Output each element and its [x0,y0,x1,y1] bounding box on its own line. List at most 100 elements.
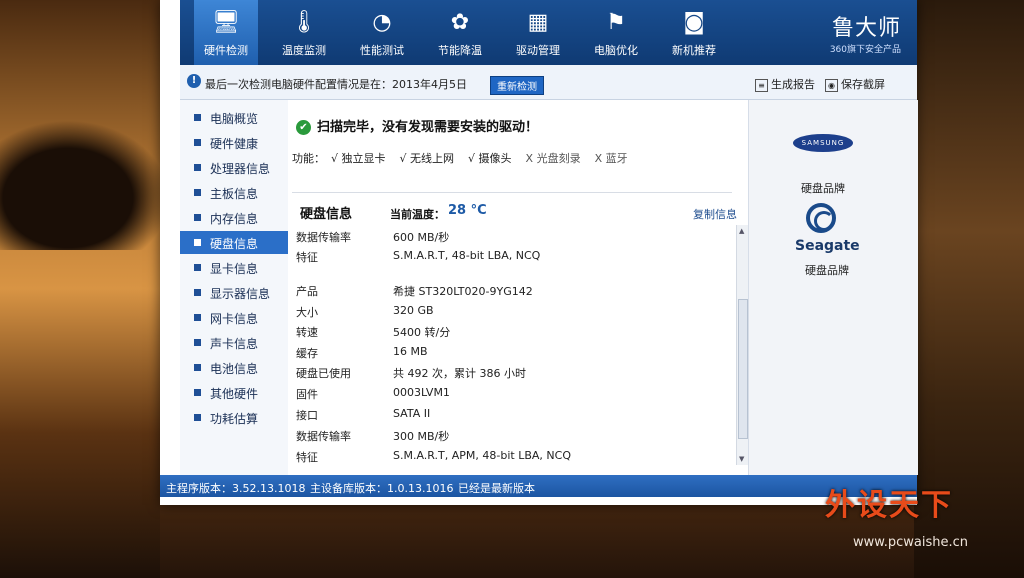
sidebar-item[interactable]: 其他硬件 [180,381,288,404]
row-key: 产品 [296,285,318,298]
seagate-logo-icon [806,203,836,233]
sidebar-item-label: 显卡信息 [210,262,259,276]
generate-report-button[interactable]: ≡ 生成报告 [755,76,815,92]
table-row: 转速 5400 转/分 [288,321,728,341]
brand-label-samsung: 硬盘品牌 [801,182,845,195]
save-screenshot-label: 保存截屏 [841,78,885,91]
sidebar-item[interactable]: 硬盘信息 [180,231,288,254]
table-row: 固件 0003LVM1 [288,383,728,403]
main-version: 主程序版本：3.52.13.1018 [166,482,306,495]
row-value: SATA II [393,407,431,420]
features-row: 功能： √ 独立显卡 √ 无线上网 √ 摄像头 X 光盘刻录 X 蓝牙 [292,150,656,166]
table-row: 特征 S.M.A.R.T, 48-bit LBA, NCQ [288,246,728,266]
toolbar-tab-2[interactable]: ◔ 性能测试 [350,0,414,65]
scroll-up-icon[interactable]: ▲ [739,227,744,235]
bullet-icon [194,214,201,221]
feature-item: X 蓝牙 [594,152,628,165]
sidebar-item-label: 电脑概览 [210,112,259,126]
bullet-icon [194,314,201,321]
divider [292,192,732,193]
bullet-icon [194,414,201,421]
sidebar-item[interactable]: 网卡信息 [180,306,288,329]
temperature-label: 当前温度： [390,208,445,221]
feature-item: √ 独立显卡 [331,152,386,165]
temperature-value: 28 °C [448,203,487,218]
scroll-down-icon[interactable]: ▼ [739,455,744,463]
new-pc-icon: ◙ [683,10,705,35]
sidebar-item[interactable]: 硬件健康 [180,131,288,154]
toolbar-tab-label: 电脑优化 [594,44,638,57]
sidebar-item-label: 硬件健康 [210,137,259,151]
row-value: S.M.A.R.T, APM, 48-bit LBA, NCQ [393,449,571,462]
sidebar-item[interactable]: 功耗估算 [180,406,288,429]
gauge-icon: ◔ [372,10,392,35]
row-key: 大小 [296,306,318,319]
row-value: 5400 转/分 [393,326,451,339]
save-screenshot-button[interactable]: ◉ 保存截屏 [825,76,885,92]
table-row: 数据传输率 300 MB/秒 [288,425,728,445]
report-icon: ≡ [755,78,768,92]
generate-report-label: 生成报告 [771,78,815,91]
seagate-logo-text: Seagate [795,238,860,254]
sidebar-item[interactable]: 显示器信息 [180,281,288,304]
copy-info-link[interactable]: 复制信息 [693,206,737,222]
background-trees [0,120,170,250]
bullet-icon [194,364,201,371]
samsung-logo: SAMSUNG [793,134,853,152]
sidebar-item[interactable]: 电池信息 [180,356,288,379]
row-key: 转速 [296,326,318,339]
sidebar-item-label: 功耗估算 [210,412,259,426]
info-bar: ! 最后一次检测电脑硬件配置情况是在：2013年4月5日 重新检测 ≡ 生成报告 … [180,65,917,100]
db-version: 主设备库版本：1.0.13.1016 [310,482,454,495]
row-value: 希捷 ST320LT020-9YG142 [393,285,533,298]
row-value: 共 492 次，累计 386 小时 [393,367,526,380]
row-value: S.M.A.R.T, 48-bit LBA, NCQ [393,249,541,262]
check-icon: ✔ [296,120,311,135]
toolbar-tab-6[interactable]: ◙ 新机推荐 [662,0,726,65]
sidebar-item[interactable]: 主板信息 [180,181,288,204]
toolbar-tab-5[interactable]: ⚑ 电脑优化 [584,0,648,65]
toolbar-tab-0[interactable]: 🖥 硬件检测 [194,0,258,65]
bullet-icon [194,239,201,246]
sidebar-item-label: 电池信息 [210,362,259,376]
sidebar-item-label: 硬盘信息 [210,237,259,251]
feature-item: √ 无线上网 [399,152,455,165]
table-row: 大小 320 GB [288,301,728,321]
sidebar-item[interactable]: 内存信息 [180,206,288,229]
brand-panel: SAMSUNG 硬盘品牌 Seagate 硬盘品牌 [748,100,918,475]
toolbar-tab-label: 新机推荐 [672,44,716,57]
toolbar-tab-label: 硬件检测 [204,44,248,57]
leaf-icon: ✿ [450,10,470,35]
table-row: 缓存 16 MB [288,342,728,362]
sidebar-item-label: 显示器信息 [210,287,271,301]
toolbar-tab-3[interactable]: ✿ 节能降温 [428,0,492,65]
rescan-button[interactable]: 重新检测 [490,76,544,95]
scan-result: ✔ 扫描完毕，没有发现需要安装的驱动！ [296,116,538,135]
toolbar-tab-label: 节能降温 [438,44,482,57]
row-key: 硬盘已使用 [296,367,351,380]
sidebar-item-label: 内存信息 [210,212,259,226]
monitor-icon: 🖥 [212,10,240,35]
toolbar-tab-1[interactable]: 🌡 温度监测 [272,0,336,65]
bullet-icon [194,264,201,271]
sidebar-item[interactable]: 处理器信息 [180,156,288,179]
status-bar: 主程序版本：3.52.13.1018 主设备库版本：1.0.13.1016 已经… [160,475,917,497]
toolbar-tab-label: 温度监测 [282,44,326,57]
sidebar-item[interactable]: 声卡信息 [180,331,288,354]
bullet-icon [194,289,201,296]
sidebar: 电脑概览硬件健康处理器信息主板信息内存信息硬盘信息显卡信息显示器信息网卡信息 声卡… [180,100,289,475]
brand-label-seagate: 硬盘品牌 [805,264,849,277]
row-key: 缓存 [296,347,318,360]
row-value: 16 MB [393,345,428,358]
scrollbar-thumb[interactable] [738,299,748,439]
sidebar-item-label: 处理器信息 [210,162,271,176]
thermometer-icon: 🌡 [290,10,318,35]
row-value: 600 MB/秒 [393,231,450,244]
bullet-icon [194,164,201,171]
features-label: 功能： [292,152,325,165]
chip-icon: ▦ [527,10,549,35]
toolbar-tab-4[interactable]: ▦ 驱动管理 [506,0,570,65]
sidebar-item[interactable]: 显卡信息 [180,256,288,279]
toolbar-tab-label: 驱动管理 [516,44,560,57]
sidebar-item[interactable]: 电脑概览 [180,106,288,129]
